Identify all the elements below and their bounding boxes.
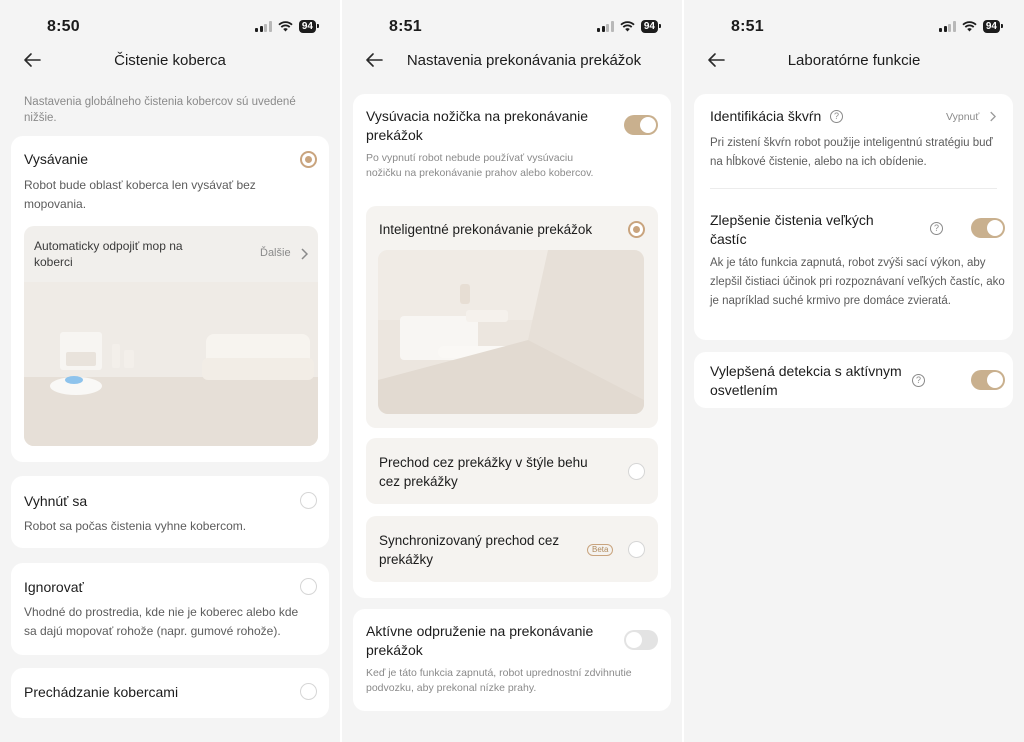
stain-row[interactable]: Identifikácia škvŕn ? Vypnuť Pri zistení… <box>694 94 1013 188</box>
mode-hurdle[interactable]: Prechod cez prekážky v štýle behu cez pr… <box>366 438 658 504</box>
lift-label: Vysúvacia nožička na prekonávanie prekáž… <box>366 108 589 143</box>
particles-toggle[interactable] <box>971 218 1005 238</box>
mode-label: Prechod cez prekážky v štýle behu cez pr… <box>379 455 588 489</box>
stain-status: Vypnuť <box>946 111 980 123</box>
status-bar: 8:51 94 <box>684 0 1024 44</box>
page-title: Čistenie koberca <box>114 52 226 69</box>
more-link[interactable]: Ďalšie <box>260 244 291 263</box>
lift-desc: Po vypnutí robot nebude používať vysúvac… <box>366 152 594 179</box>
stain-label: Identifikácia škvŕn <box>710 108 822 124</box>
obstacle-illustration <box>378 250 644 414</box>
option-desc: Vhodné do prostredia, kde nie je koberec… <box>24 605 299 638</box>
suspension-label: Aktívne odpruženie na prekonávanie preká… <box>366 623 594 658</box>
option-label: Prechádzanie kobercami <box>24 684 179 700</box>
lift-toggle[interactable] <box>624 115 658 135</box>
option-card-vacuum[interactable]: Vysávanie Robot bude oblasť koberca len … <box>11 136 329 462</box>
status-bar: 8:50 94 <box>0 0 340 44</box>
mode-label: Inteligentné prekonávanie prekážok <box>379 222 593 237</box>
intro-text: Nastavenia globálneho čistenia kobercov … <box>24 96 296 124</box>
option-label: Vysávanie <box>24 151 89 167</box>
chevron-right-icon <box>990 111 996 122</box>
status-bar: 8:51 94 <box>342 0 682 44</box>
option-label: Vyhnúť sa <box>24 493 88 509</box>
option-radio[interactable] <box>300 578 317 595</box>
chevron-right-icon <box>301 248 308 260</box>
status-icons: 94 <box>255 20 320 33</box>
help-icon[interactable]: ? <box>930 222 943 235</box>
mode-radio[interactable] <box>628 463 645 480</box>
suspension-toggle[interactable] <box>624 630 658 650</box>
screen-carpet-cleaning: 8:50 94 Čistenie koberca Nastavenia glob… <box>0 0 340 742</box>
nav-bar: Nastavenia prekonávania prekážok <box>342 44 682 78</box>
mode-radio-selected[interactable] <box>628 221 645 238</box>
mode-intelligent[interactable]: Inteligentné prekonávanie prekážok <box>366 206 658 428</box>
wifi-icon <box>620 21 635 32</box>
status-icons: 94 <box>939 20 1004 33</box>
mop-submenu-block: Automaticky odpojiť mop na koberci Ďalši… <box>24 226 318 446</box>
page-title: Laboratórne funkcie <box>787 52 921 69</box>
status-icons: 94 <box>597 20 662 33</box>
option-card-cross[interactable]: Prechádzanie kobercami <box>11 668 329 718</box>
option-radio-selected[interactable] <box>300 151 317 168</box>
lab-features-card: Identifikácia škvŕn ? Vypnuť Pri zistení… <box>694 94 1013 340</box>
detection-card: Vylepšená detekcia s aktívnym osvetlením… <box>694 352 1013 408</box>
beta-badge: Beta <box>587 544 614 556</box>
nav-bar: Laboratórne funkcie <box>684 44 1024 78</box>
mop-submenu-label: Automaticky odpojiť mop na koberci <box>34 239 183 269</box>
wifi-icon <box>278 21 293 32</box>
option-desc: Robot bude oblasť koberca len vysávať be… <box>24 178 256 211</box>
page-title: Nastavenia prekonávania prekážok <box>406 52 642 69</box>
nav-bar: Čistenie koberca <box>0 44 340 78</box>
detection-label: Vylepšená detekcia s aktívnym osvetlením <box>710 363 902 398</box>
signal-icon <box>597 21 614 32</box>
option-card-ignore[interactable]: Ignorovať Vhodné do prostredia, kde nie … <box>11 563 329 655</box>
detection-toggle[interactable] <box>971 370 1005 390</box>
robot-carpet-illustration <box>24 282 318 446</box>
option-label: Ignorovať <box>24 579 84 595</box>
screen-lab-features: 8:51 94 Laboratórne funkcie Identifikáci… <box>684 0 1024 742</box>
signal-icon <box>255 21 272 32</box>
divider <box>710 188 997 189</box>
battery-icon: 94 <box>982 20 1004 33</box>
particles-desc: Ak je táto funkcia zapnutá, robot zvýši … <box>710 257 1005 307</box>
particles-label: Zlepšenie čistenia veľkých častíc <box>710 212 874 247</box>
battery-icon: 94 <box>298 20 320 33</box>
option-radio[interactable] <box>300 683 317 700</box>
option-card-avoid[interactable]: Vyhnúť sa Robot sa počas čistenia vyhne … <box>11 476 329 548</box>
screen-obstacle-settings: 8:51 94 Nastavenia prekonávania prekážok… <box>342 0 682 742</box>
status-time: 8:51 <box>731 18 764 35</box>
stain-desc: Pri zistení škvŕn robot použije intelige… <box>710 137 993 168</box>
signal-icon <box>939 21 956 32</box>
help-icon[interactable]: ? <box>830 110 843 123</box>
help-icon[interactable]: ? <box>912 374 925 387</box>
mode-label: Synchronizovaný prechod cez prekážky <box>379 533 560 567</box>
option-radio[interactable] <box>300 492 317 509</box>
mop-submenu-row[interactable]: Automaticky odpojiť mop na koberci Ďalši… <box>24 226 318 282</box>
suspension-card: Aktívne odpruženie na prekonávanie preká… <box>353 609 671 711</box>
lift-settings-card: Vysúvacia nožička na prekonávanie prekáž… <box>353 94 671 598</box>
mode-radio[interactable] <box>628 541 645 558</box>
battery-icon: 94 <box>640 20 662 33</box>
suspension-desc: Keď je táto funkcia zapnutá, robot upred… <box>366 667 632 694</box>
option-desc: Robot sa počas čistenia vyhne kobercom. <box>24 519 247 533</box>
mode-synchronized[interactable]: Synchronizovaný prechod cez prekážky Bet… <box>366 516 658 582</box>
wifi-icon <box>962 21 977 32</box>
status-time: 8:50 <box>47 18 80 35</box>
status-time: 8:51 <box>389 18 422 35</box>
